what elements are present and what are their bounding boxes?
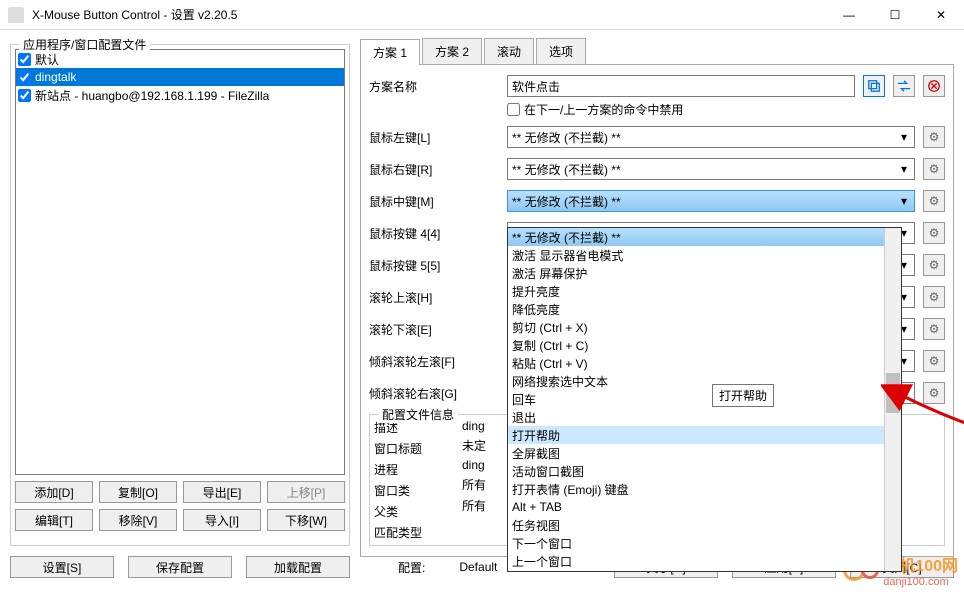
profile-list-group: 应用程序/窗口配置文件 默认 dingtalk 新站点 - huangbo@19… [10,44,350,546]
leftbtn-label: 鼠标左键[L] [369,129,499,146]
dropdown-item[interactable]: 提升亮度 [508,282,884,300]
profile-listbox[interactable]: 默认 dingtalk 新站点 - huangbo@192.168.1.199 … [15,49,345,475]
import-button[interactable]: 导入[I] [183,509,261,531]
loadconfig-button[interactable]: 加载配置 [246,556,350,578]
chevron-down-icon: ▾ [896,194,912,208]
rightbtn-combo[interactable]: ** 无修改 (不拦截) **▾ [507,158,915,180]
dropdown-item[interactable]: 打开表情 (Emoji) 键盘 [508,480,884,498]
middlebtn-label: 鼠标中键[M] [369,193,499,210]
btn5-label: 鼠标按键 5[5] [369,257,499,274]
dropdown-item[interactable]: 激活 屏幕保护 [508,264,884,282]
dropdown-item[interactable]: 上一个窗口 [508,552,884,570]
profile-name-label: 方案名称 [369,78,499,95]
list-item-check[interactable] [18,89,31,102]
chevron-down-icon: ▾ [896,162,912,176]
leftbtn-combo[interactable]: ** 无修改 (不拦截) **▾ [507,126,915,148]
list-item[interactable]: 新站点 - huangbo@192.168.1.199 - FileZilla [16,86,344,104]
gear-button[interactable]: ⚙ [923,190,945,212]
dropdown-item[interactable]: 粘贴 (Ctrl + V) [508,354,884,372]
swap-icon-button[interactable] [893,75,915,97]
titlebar: X-Mouse Button Control - 设置 v2.20.5 — ☐ … [0,0,964,30]
action-dropdown[interactable]: ** 无修改 (不拦截) **激活 显示器省电模式激活 屏幕保护提升亮度降低亮度… [507,227,902,572]
copy-button[interactable]: 复制[O] [99,481,177,503]
profile-name-input[interactable] [507,75,855,97]
dropdown-item[interactable]: 显示/隐藏桌面 [508,570,884,571]
info-match-label: 匹配类型 [374,524,450,541]
dropdown-item[interactable]: ** 无修改 (不拦截) ** [508,228,884,246]
disable-prev-next-label: 在下一/上一方案的命令中禁用 [524,101,683,118]
gear-button[interactable]: ⚙ [923,126,945,148]
dropdown-item[interactable]: 降低亮度 [508,300,884,318]
tabs: 方案 1 方案 2 滚动 选项 [360,38,954,65]
chevron-down-icon: ▾ [896,130,912,144]
scrollbar-thumb[interactable] [886,373,900,413]
gear-button[interactable]: ⚙ [923,350,945,372]
edit-button[interactable]: 编辑[T] [15,509,93,531]
maximize-button[interactable]: ☐ [872,0,918,30]
export-button[interactable]: 导出[E] [183,481,261,503]
dropdown-item[interactable]: 活动窗口截图 [508,462,884,480]
disable-prev-next-check[interactable] [507,103,520,116]
app-icon [8,7,24,23]
middlebtn-combo[interactable]: ** 无修改 (不拦截) **▾ [507,190,915,212]
minimize-button[interactable]: — [826,0,872,30]
gear-button[interactable]: ⚙ [923,158,945,180]
tiltright-label: 倾斜滚轮右滚[G] [369,385,499,402]
dropdown-item[interactable]: 回车 [508,390,884,408]
dropdown-item[interactable]: 剪切 (Ctrl + X) [508,318,884,336]
dropdown-item[interactable]: 复制 (Ctrl + C) [508,336,884,354]
settings-button[interactable]: 设置[S] [10,556,114,578]
dropdown-item[interactable]: 任务视图 [508,516,884,534]
tab-body: 方案名称 在下一/上一方案的命令中禁用 鼠标左键[L] ** 无修改 (不拦截)… [360,65,954,557]
gear-button[interactable]: ⚙ [923,318,945,340]
config-label: 配置: [398,559,425,576]
gear-button[interactable]: ⚙ [923,254,945,276]
list-item-label: dingtalk [35,70,76,84]
remove-button[interactable]: 移除[V] [99,509,177,531]
tooltip: 打开帮助 [712,384,774,407]
list-item[interactable]: dingtalk [16,68,344,86]
add-button[interactable]: 添加[D] [15,481,93,503]
profile-list-label: 应用程序/窗口配置文件 [19,36,150,53]
info-wintitle-label: 窗口标题 [374,440,450,457]
dropdown-scrollbar[interactable] [884,228,901,571]
wheelup-label: 滚轮上滚[H] [369,289,499,306]
close-button[interactable]: ✕ [918,0,964,30]
list-item-check[interactable] [18,53,31,66]
window-title: X-Mouse Button Control - 设置 v2.20.5 [32,6,826,23]
gear-button[interactable]: ⚙ [923,222,945,244]
profile-info-label: 配置文件信息 [378,406,458,423]
dropdown-item[interactable]: 退出 [508,408,884,426]
tiltleft-label: 倾斜滚轮左滚[F] [369,353,499,370]
info-process-label: 进程 [374,461,450,478]
dropdown-item[interactable]: Alt + TAB [508,498,884,516]
dropdown-item[interactable]: 网络搜索选中文本 [508,372,884,390]
tab-profile1[interactable]: 方案 1 [360,39,420,65]
gear-button[interactable]: ⚙ [923,286,945,308]
info-winclass-label: 窗口类 [374,482,450,499]
list-item-label: 默认 [35,51,59,68]
rightbtn-label: 鼠标右键[R] [369,161,499,178]
list-item-label: 新站点 - huangbo@192.168.1.199 - FileZilla [35,87,269,104]
watermark-url: danji100.com [883,576,958,588]
copy-icon-button[interactable] [863,75,885,97]
info-parent-label: 父类 [374,503,450,520]
saveconfig-button[interactable]: 保存配置 [128,556,232,578]
tab-options[interactable]: 选项 [536,38,586,64]
dropdown-item[interactable]: 下一个窗口 [508,534,884,552]
gear-button[interactable]: ⚙ [923,382,945,404]
btn4-label: 鼠标按键 4[4] [369,225,499,242]
moveup-button[interactable]: 上移[P] [267,481,345,503]
dropdown-item[interactable]: 打开帮助 [508,426,884,444]
wheeldown-label: 滚轮下滚[E] [369,321,499,338]
tab-scroll[interactable]: 滚动 [484,38,534,64]
delete-icon-button[interactable] [923,75,945,97]
config-value: Default [459,560,497,574]
dropdown-item[interactable]: 全屏截图 [508,444,884,462]
movedown-button[interactable]: 下移[W] [267,509,345,531]
list-item-check[interactable] [18,71,31,84]
tab-profile2[interactable]: 方案 2 [422,38,482,64]
dropdown-item[interactable]: 激活 显示器省电模式 [508,246,884,264]
